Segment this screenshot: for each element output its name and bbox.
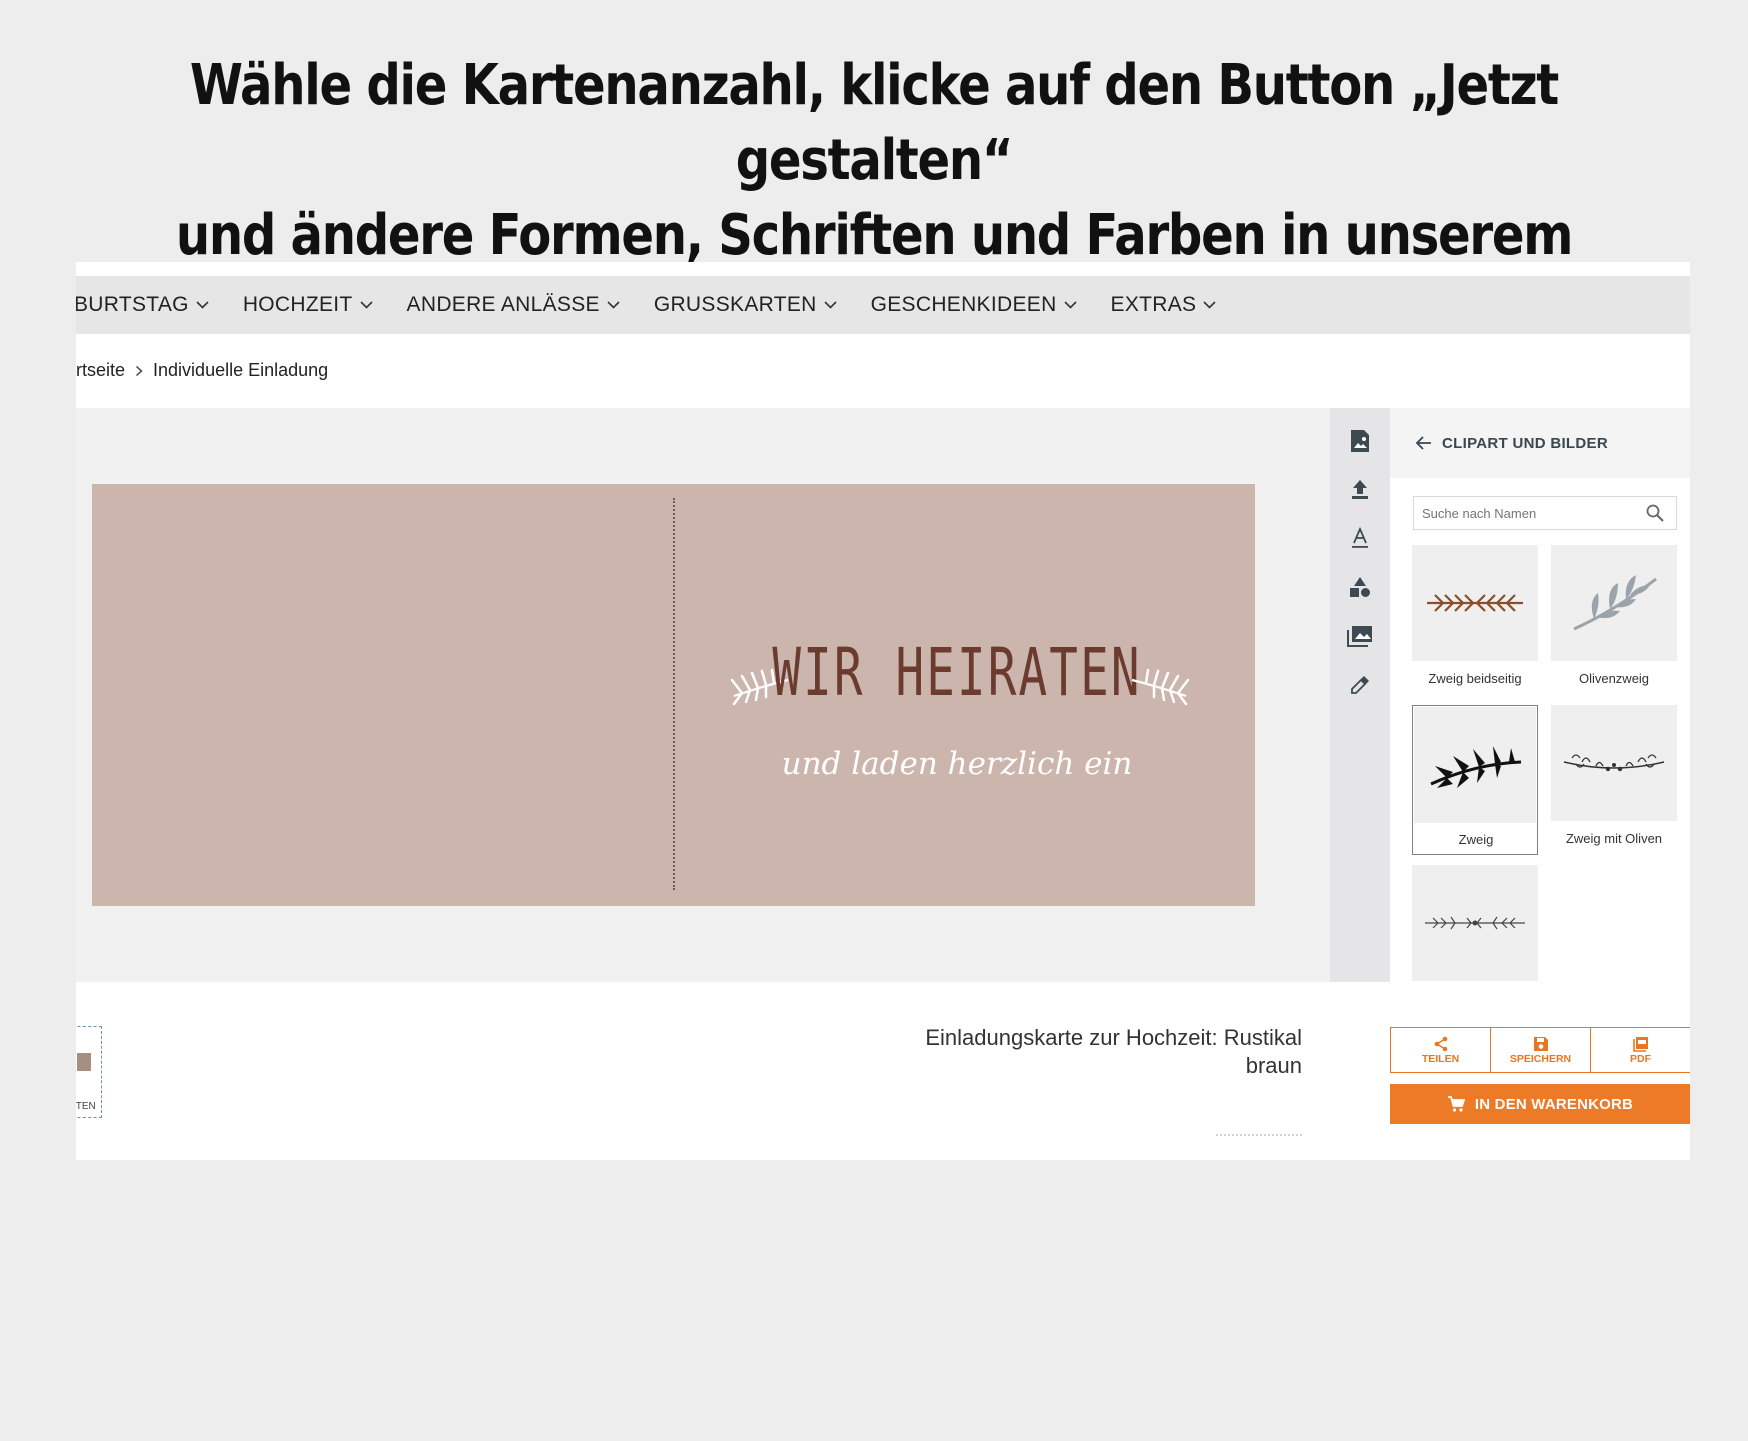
panel-header: CLIPART UND BILDER — [1390, 408, 1690, 478]
chevron-down-icon — [1203, 301, 1216, 309]
product-title-line-2: braun — [1245, 1053, 1302, 1078]
card-thumbnail[interactable]: ITEN — [76, 1026, 102, 1118]
save-label: SPEICHERN — [1509, 1053, 1572, 1065]
add-to-cart-button[interactable]: IN DEN WARENKORB — [1390, 1084, 1690, 1124]
share-icon — [1433, 1035, 1449, 1053]
breadcrumb-current: Individuelle Einladung — [153, 360, 329, 380]
search-input[interactable] — [1420, 504, 1644, 522]
card-fold-line — [673, 498, 675, 890]
save-icon — [1533, 1035, 1549, 1053]
pdf-icon — [1632, 1035, 1649, 1053]
branch-both-sides-icon — [1412, 545, 1538, 661]
clipart-label: Zweig — [1458, 832, 1494, 847]
eyedropper-icon[interactable] — [1345, 670, 1375, 700]
add-to-cart-label: IN DEN WARENKORB — [1474, 1095, 1634, 1113]
thumbnail-caption: ITEN — [76, 1101, 96, 1112]
branch-with-olives-icon — [1551, 705, 1677, 821]
olive-branch-icon — [1551, 545, 1677, 661]
card-preview[interactable]: WIR HEIRATEN und laden herzlich ein — [92, 484, 1255, 906]
nav-item-andere-anlaesse[interactable]: ANDERE ANLÄSSE — [407, 293, 620, 317]
gallery-icon[interactable] — [1345, 621, 1375, 651]
divider — [1216, 1134, 1302, 1140]
nav-item-label: HOCHZEIT — [242, 293, 353, 316]
clipart-item[interactable]: Zweig mit Oliven — [1551, 705, 1677, 855]
editor-screenshot: BURTSTAG HOCHZEIT ANDERE ANLÄSSE GRUSSKA… — [76, 262, 1690, 1160]
shapes-icon[interactable] — [1345, 572, 1375, 602]
share-button[interactable]: TEILEN — [1390, 1027, 1491, 1073]
clipart-item[interactable] — [1412, 865, 1538, 982]
chevron-down-icon — [607, 301, 620, 309]
clipart-item-selected[interactable]: Zweig — [1412, 705, 1538, 855]
share-label: TEILEN — [1421, 1053, 1460, 1065]
nav-item-label: ANDERE ANLÄSSE — [406, 293, 600, 316]
nav-item-label: GESCHENKIDEEN — [870, 293, 1057, 316]
clipart-item[interactable]: Olivenzweig — [1551, 545, 1677, 695]
headline-line-1: Wähle die Kartenanzahl, klicke auf den B… — [189, 53, 1559, 193]
save-button[interactable]: SPEICHERN — [1490, 1027, 1591, 1073]
leaf-branch-icon — [1131, 668, 1190, 706]
nav-item-label: EXTRAS — [1110, 293, 1197, 316]
image-icon[interactable] — [1345, 426, 1375, 456]
clipart-label: Zweig mit Oliven — [1565, 831, 1663, 846]
product-title-line-1: Einladungskarte zur Hochzeit: Rustikal — [925, 1025, 1302, 1050]
action-buttons: TEILEN SPEICHERN PDF — [1390, 1027, 1690, 1073]
clipart-item[interactable]: Zweig beidseitig — [1412, 545, 1538, 695]
pdf-button[interactable]: PDF — [1590, 1027, 1690, 1073]
nav-item-geburtstag[interactable]: BURTSTAG — [76, 293, 209, 317]
nav-item-label: BURTSTAG — [76, 293, 189, 316]
nav-item-geschenkideen[interactable]: GESCHENKIDEEN — [871, 293, 1077, 317]
nav-item-label: GRUSSKARTEN — [653, 293, 817, 316]
nav-item-hochzeit[interactable]: HOCHZEIT — [243, 293, 373, 317]
arrow-left-icon[interactable] — [1416, 436, 1432, 450]
branch-icon — [1414, 707, 1536, 823]
breadcrumb-home-link[interactable]: rtseite — [76, 360, 125, 381]
clipart-label: Olivenzweig — [1578, 671, 1650, 686]
search-icon[interactable] — [1646, 504, 1664, 527]
thumbnail-swatch — [77, 1053, 91, 1071]
thin-branch-icon — [1412, 865, 1538, 981]
chevron-down-icon — [1063, 301, 1077, 309]
clipart-panel: CLIPART UND BILDER Zweig beidseitig Oliv… — [1390, 408, 1690, 982]
nav-item-grusskarten[interactable]: GRUSSKARTEN — [654, 293, 837, 317]
cart-icon — [1447, 1095, 1465, 1113]
product-title: Einladungskarte zur Hochzeit: Rustikal b… — [925, 1024, 1302, 1080]
nav-item-extras[interactable]: EXTRAS — [1111, 293, 1217, 317]
upload-icon[interactable] — [1345, 474, 1375, 504]
chevron-right-icon — [135, 365, 143, 377]
panel-title: CLIPART UND BILDER — [1442, 434, 1608, 452]
clipart-label: Zweig beidseitig — [1428, 671, 1522, 686]
breadcrumb: rtseite Individuelle Einladung — [76, 360, 328, 381]
editor-toolbar — [1330, 408, 1390, 982]
chevron-down-icon — [196, 301, 209, 309]
card-title[interactable]: WIR HEIRATEN — [745, 634, 1170, 711]
card-subtitle[interactable]: und laden herzlich ein — [662, 746, 1252, 782]
chevron-down-icon — [824, 301, 837, 309]
design-canvas-area: WIR HEIRATEN und laden herzlich ein — [76, 408, 1330, 982]
chevron-down-icon — [359, 301, 373, 309]
main-nav: BURTSTAG HOCHZEIT ANDERE ANLÄSSE GRUSSKA… — [76, 276, 1690, 334]
text-icon[interactable] — [1345, 523, 1375, 553]
clipart-search — [1413, 496, 1677, 530]
pdf-label: PDF — [1630, 1053, 1651, 1065]
